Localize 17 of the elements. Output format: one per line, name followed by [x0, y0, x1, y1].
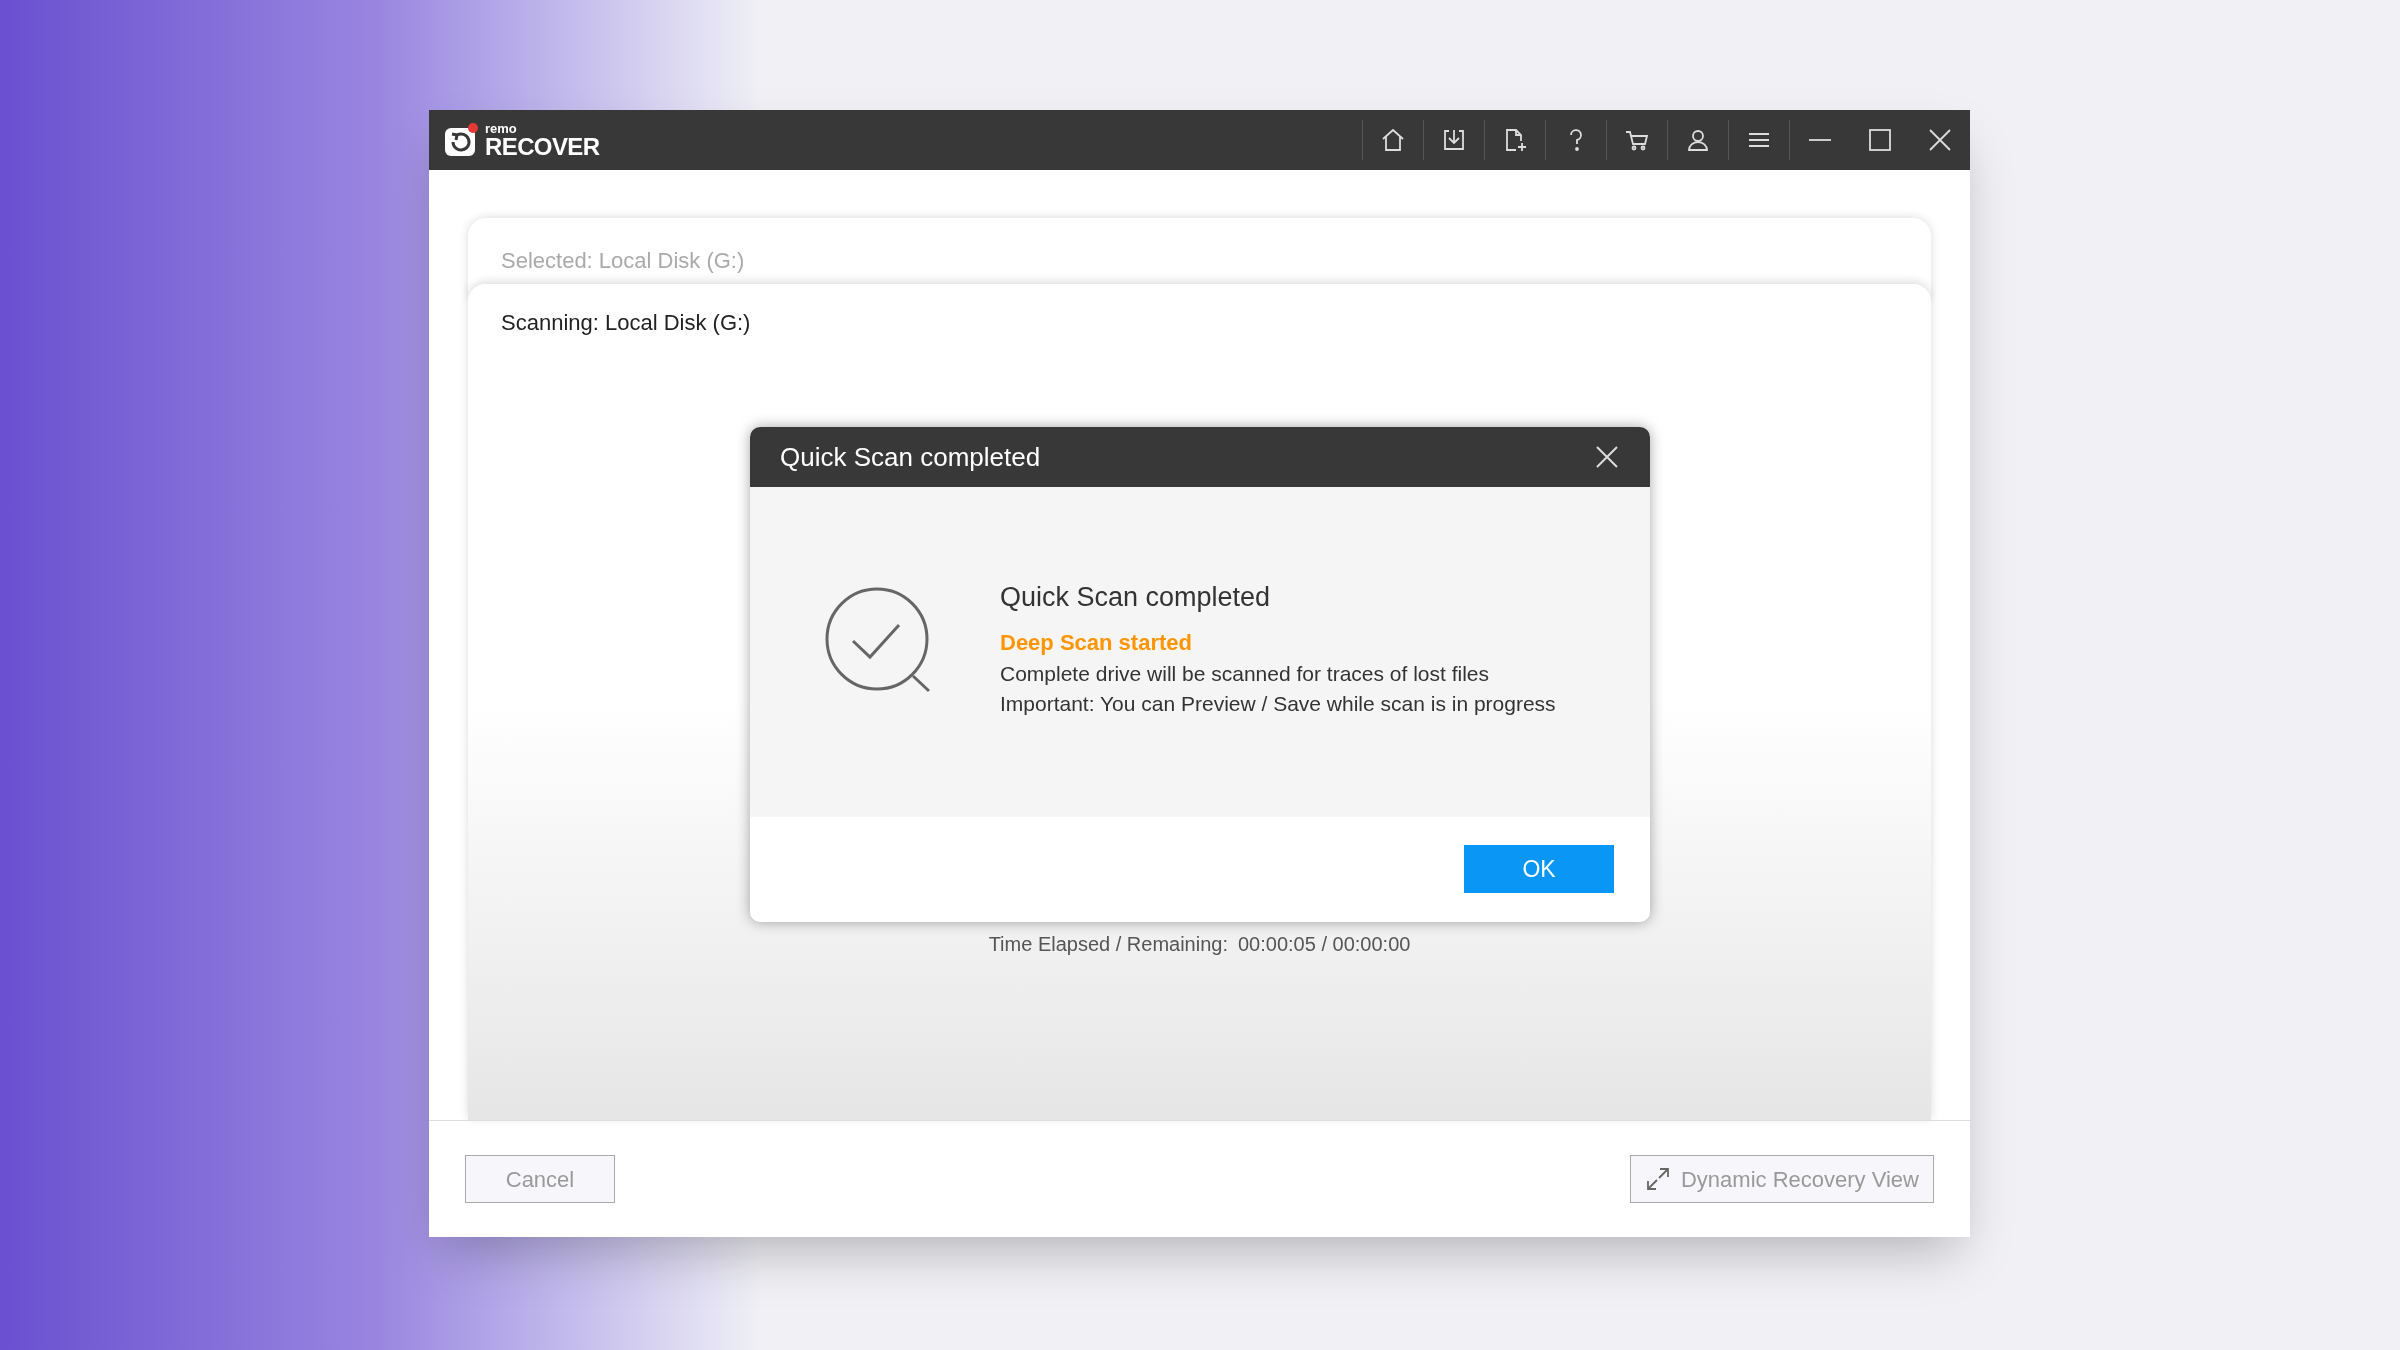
- time-label: Time Elapsed / Remaining:: [988, 932, 1228, 957]
- scanning-label: Scanning: Local Disk (G:): [501, 309, 752, 337]
- dynamic-recovery-view-button[interactable]: Dynamic Recovery View: [1630, 1155, 1934, 1203]
- logo-icon: [443, 122, 479, 158]
- cancel-button[interactable]: Cancel: [465, 1155, 615, 1203]
- dialog-title: Quick Scan completed: [780, 440, 1041, 474]
- time-value: 00:00:05 / 00:00:00: [1238, 932, 1411, 957]
- selected-label: Selected: Local Disk (G:): [501, 248, 745, 273]
- logo-subtitle: remo: [485, 121, 518, 135]
- status-text: Deep Scan started: [1000, 628, 1193, 657]
- message-line: Important: You can Preview / Save while scan is in progress: [1000, 690, 1556, 717]
- message-line: Complete drive will be scanned for traces of lost files: [1000, 660, 1491, 687]
- dialog-heading: Quick Scan completed: [1000, 581, 1272, 614]
- expand-icon: [1645, 1166, 1671, 1192]
- logo-text: RECOVER: [485, 134, 600, 159]
- ok-button[interactable]: OK: [1464, 845, 1614, 893]
- close-icon[interactable]: [1594, 444, 1620, 470]
